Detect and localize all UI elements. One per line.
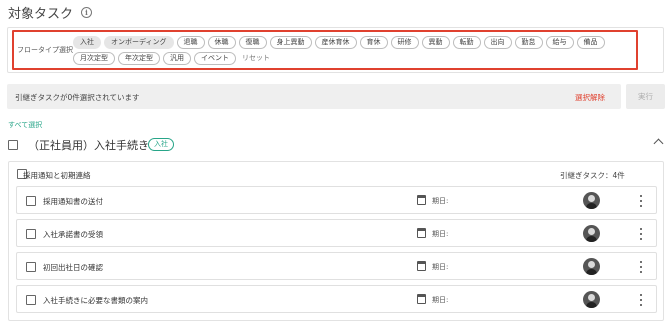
calendar-icon bbox=[417, 294, 426, 304]
deselect-button[interactable]: 選択解除 bbox=[575, 92, 605, 103]
run-button[interactable]: 実行 bbox=[626, 84, 665, 109]
section-task-count: 引継ぎタスク：4件 bbox=[560, 171, 625, 180]
flow-type-chip[interactable]: 復職 bbox=[238, 36, 267, 49]
group-title: （正社員用）入社手続き bbox=[28, 139, 149, 152]
task-row[interactable]: 採用通知書の送付 期日: bbox=[16, 186, 657, 214]
more-vertical-icon[interactable] bbox=[634, 227, 648, 241]
due-date-label[interactable]: 期日: bbox=[432, 262, 448, 272]
more-vertical-icon[interactable] bbox=[634, 293, 648, 307]
flow-type-chip[interactable]: 産休育休 bbox=[314, 36, 357, 49]
task-name: 入社承諾書の受領 bbox=[43, 230, 103, 239]
flow-type-chip[interactable]: 入社 bbox=[73, 36, 101, 49]
flow-type-label: フロータイプ選択 bbox=[17, 46, 73, 54]
assignee-avatar[interactable] bbox=[583, 258, 600, 275]
due-date-label[interactable]: 期日: bbox=[432, 229, 448, 239]
due-date-label[interactable]: 期日: bbox=[432, 295, 448, 305]
info-icon[interactable]: i bbox=[81, 7, 93, 18]
flow-type-chips: 入社 オンボーディング 退職 休職 復職 身上異動 産休育休 育休 研修 異動 転勤 出向 勤怠 給与 備品… bbox=[73, 36, 635, 65]
select-all-link[interactable]: すべて選択 bbox=[8, 120, 42, 130]
flow-type-chip[interactable]: 育休 bbox=[359, 36, 388, 49]
selection-status-text: 引継ぎタスクが0件選択されています bbox=[15, 93, 140, 102]
task-name: 入社手続きに必要な書類の案内 bbox=[43, 296, 148, 305]
task-checkbox[interactable] bbox=[26, 229, 36, 239]
flow-type-chip[interactable]: 出向 bbox=[483, 36, 512, 49]
flow-type-chip[interactable]: 異動 bbox=[421, 36, 450, 49]
group-checkbox[interactable] bbox=[8, 140, 18, 150]
chevron-up-icon[interactable] bbox=[653, 138, 664, 149]
task-group-header: （正社員用）入社手続き 入社 bbox=[8, 137, 664, 153]
flow-type-chip[interactable]: 身上異動 bbox=[269, 36, 312, 49]
task-checkbox[interactable] bbox=[26, 295, 36, 305]
calendar-icon bbox=[417, 261, 426, 271]
flow-type-chip[interactable]: 年次定型 bbox=[118, 52, 160, 65]
task-checkbox[interactable] bbox=[26, 196, 36, 206]
assignee-avatar[interactable] bbox=[583, 192, 600, 209]
task-name: 採用通知書の送付 bbox=[43, 197, 103, 206]
calendar-icon bbox=[417, 228, 426, 238]
assignee-avatar[interactable] bbox=[583, 291, 600, 308]
more-vertical-icon[interactable] bbox=[634, 260, 648, 274]
flow-type-chip[interactable]: 休職 bbox=[207, 36, 236, 49]
selection-status-bar: 引継ぎタスクが0件選択されています 選択解除 bbox=[7, 84, 621, 109]
due-date-label[interactable]: 期日: bbox=[432, 196, 448, 206]
task-row[interactable]: 入社承諾書の受領 期日: bbox=[16, 219, 657, 247]
flow-type-chip[interactable]: イベント bbox=[194, 52, 236, 65]
task-name: 初回出社日の確認 bbox=[43, 263, 103, 272]
flow-type-chip[interactable]: 備品 bbox=[576, 36, 605, 49]
calendar-icon bbox=[417, 195, 426, 205]
assignee-avatar[interactable] bbox=[583, 225, 600, 242]
flow-type-chip[interactable]: 研修 bbox=[390, 36, 419, 49]
page-title-text: 対象タスク bbox=[8, 7, 74, 22]
reset-button[interactable]: リセット bbox=[239, 52, 270, 65]
page-title: 対象タスク i bbox=[8, 3, 93, 22]
task-checkbox[interactable] bbox=[26, 262, 36, 272]
flow-type-chip[interactable]: 転勤 bbox=[452, 36, 481, 49]
flow-type-chip[interactable]: 退職 bbox=[176, 36, 205, 49]
task-row[interactable]: 初回出社日の確認 期日: bbox=[16, 252, 657, 280]
flow-type-chip[interactable]: 勤怠 bbox=[514, 36, 543, 49]
flow-type-chip[interactable]: 汎用 bbox=[163, 52, 191, 65]
section-title: 採用通知と初期連絡 bbox=[23, 171, 91, 180]
more-vertical-icon[interactable] bbox=[634, 194, 648, 208]
flow-type-chip[interactable]: オンボーディング bbox=[104, 36, 174, 49]
flow-type-chip[interactable]: 給与 bbox=[545, 36, 574, 49]
group-badge: 入社 bbox=[148, 138, 174, 151]
task-row[interactable]: 入社手続きに必要な書類の案内 期日: bbox=[16, 285, 657, 313]
flow-type-chip[interactable]: 月次定型 bbox=[73, 52, 115, 65]
